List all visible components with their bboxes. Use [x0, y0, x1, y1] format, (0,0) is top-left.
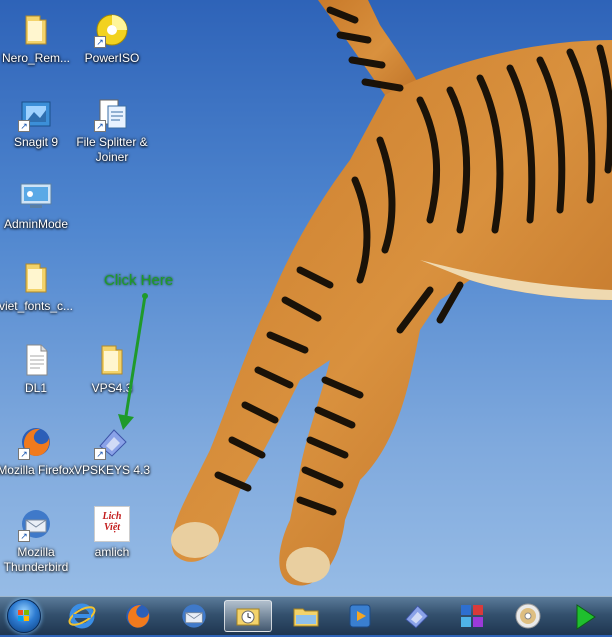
folder-icon	[293, 608, 319, 627]
taskbar	[0, 596, 612, 635]
taskbar-internet-explorer[interactable]	[58, 600, 106, 632]
annotation-arrow	[118, 293, 148, 430]
start-button[interactable]	[0, 599, 48, 633]
taskbar-dvd-burner[interactable]	[504, 600, 552, 632]
taskbar-vpskeys[interactable]	[392, 600, 440, 632]
green-arrow-icon	[576, 604, 596, 630]
thunderbird-icon	[182, 604, 206, 628]
taskbar-app-grid[interactable]	[448, 600, 496, 632]
taskbar-media-player[interactable]	[336, 600, 384, 632]
taskbar-thunderbird[interactable]	[170, 600, 218, 632]
vpskeys-icon	[405, 605, 429, 629]
app-grid-icon	[461, 605, 483, 627]
windows-orb-icon	[7, 599, 41, 633]
taskbar-windows-explorer[interactable]	[282, 600, 330, 632]
firefox-icon	[126, 604, 150, 628]
calendar-clock-icon	[236, 608, 260, 626]
taskbar-green-arrow-app[interactable]	[560, 600, 608, 632]
ie-icon	[68, 603, 96, 629]
disc-icon	[515, 603, 541, 629]
media-player-icon	[349, 604, 371, 628]
taskbar-firefox[interactable]	[114, 600, 162, 632]
taskbar-outlook-calendar[interactable]	[224, 600, 272, 632]
